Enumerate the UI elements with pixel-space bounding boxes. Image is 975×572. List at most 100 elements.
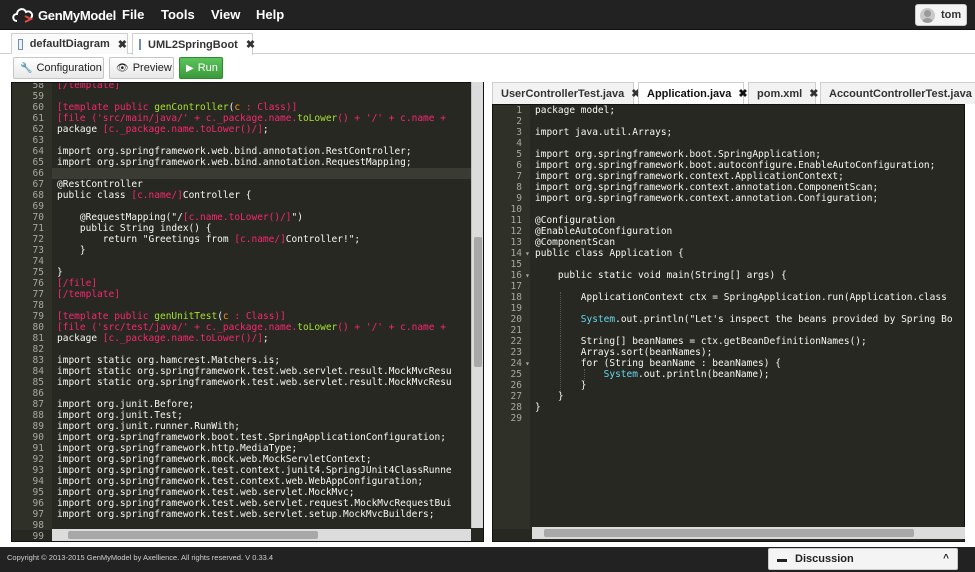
code-line[interactable]: 91 import org.springframework.http.MediaT… bbox=[12, 443, 472, 454]
code-line[interactable]: 19 bbox=[493, 303, 953, 314]
code-line[interactable]: 88 import org.junit.Test; bbox=[12, 410, 472, 421]
code-line[interactable]: 69 bbox=[12, 201, 472, 212]
code-line[interactable]: 11 @Configuration bbox=[493, 215, 953, 226]
code-line[interactable]: 61 [file ('src/main/java/' + c._package.n… bbox=[12, 113, 472, 124]
code-line[interactable]: 24 ▾ for (String beanName : beanNames) { bbox=[493, 358, 953, 369]
code-line[interactable]: 75} bbox=[12, 267, 472, 278]
code-line[interactable]: 66 bbox=[12, 168, 472, 179]
code-line[interactable]: 12 @EnableAutoConfiguration bbox=[493, 226, 953, 237]
generated-code-viewer[interactable]: 1 package model; 2 3 import java.util.Arrays… bbox=[492, 104, 965, 542]
code-line[interactable]: 6 import org.springframework.boot.autocon… bbox=[493, 160, 953, 171]
code-line[interactable]: 28} bbox=[493, 402, 953, 413]
menu-tools[interactable]: Tools bbox=[161, 0, 195, 30]
code-line[interactable]: 93 import org.springframework.test.contex… bbox=[12, 465, 472, 476]
code-line[interactable]: 78 bbox=[12, 300, 472, 311]
close-icon[interactable]: ✖ bbox=[738, 87, 747, 100]
user-menu-button[interactable]: tom bbox=[915, 4, 967, 26]
code-line[interactable]: 23 Arrays.sort(beanNames); bbox=[493, 347, 953, 358]
code-line[interactable]: 63 bbox=[12, 135, 472, 146]
code-line[interactable]: 87 import org.junit.Before; bbox=[12, 399, 472, 410]
code-line[interactable]: 92 import org.springframework.mock.web.Mo… bbox=[12, 454, 472, 465]
template-editor[interactable]: 58 [/template] 59 60 [template public genCon… bbox=[11, 82, 484, 542]
code-line[interactable]: 81 package [c._package.name.toLower()/]; bbox=[12, 333, 472, 344]
close-icon[interactable]: ✖ bbox=[118, 38, 127, 51]
code-line[interactable]: 27 } bbox=[493, 391, 953, 402]
code-line[interactable]: 16 ▾ public static void main(String[] arg… bbox=[493, 270, 953, 281]
code-line[interactable]: 86 bbox=[12, 388, 472, 399]
code-line[interactable]: 84 import static org.springframework.test… bbox=[12, 366, 472, 377]
code-line[interactable]: 4 bbox=[493, 138, 953, 149]
code-line[interactable]: 13 @ComponentScan bbox=[493, 237, 953, 248]
horizontal-scrollbar[interactable] bbox=[532, 527, 965, 539]
vertical-scrollbar[interactable] bbox=[471, 82, 483, 528]
close-icon[interactable]: ✖ bbox=[809, 87, 818, 100]
code-line[interactable]: 8 import org.springframework.context.anno… bbox=[493, 182, 953, 193]
code-line[interactable]: 74 bbox=[12, 256, 472, 267]
template-code[interactable]: 58 [/template] 59 60 [template public genCon… bbox=[12, 83, 472, 541]
discussion-button[interactable]: ▬ Discussion ^ bbox=[768, 548, 958, 570]
scrollbar-thumb[interactable] bbox=[68, 531, 318, 539]
code-line[interactable]: 60 [template public genController(c : Cla… bbox=[12, 102, 472, 113]
code-line[interactable]: 82 bbox=[12, 344, 472, 355]
scrollbar-thumb[interactable] bbox=[544, 529, 914, 537]
code-line[interactable]: 18 ApplicationContext ctx = SpringApplic… bbox=[493, 292, 953, 303]
code-line[interactable]: 26 } bbox=[493, 380, 953, 391]
code-line[interactable]: 97 import org.springframework.test.web.se… bbox=[12, 509, 472, 520]
tab-account-controller-test[interactable]: AccountControllerTest.java ✖ bbox=[820, 82, 975, 104]
code-line[interactable]: 70 @RequestMapping("/[c.name.toLower()/]… bbox=[12, 212, 472, 223]
scrollbar-thumb[interactable] bbox=[474, 237, 482, 367]
code-line[interactable]: 3 import java.util.Arrays; bbox=[493, 127, 953, 138]
horizontal-scrollbar[interactable] bbox=[52, 529, 471, 541]
code-line[interactable]: 29 bbox=[493, 413, 953, 424]
code-line[interactable]: 76 [/file] bbox=[12, 278, 472, 289]
code-line[interactable]: 73 } bbox=[12, 245, 472, 256]
code-line[interactable]: 68 public class [c.name/]Controller { bbox=[12, 190, 472, 201]
menu-help[interactable]: Help bbox=[256, 0, 284, 30]
code-line[interactable]: 15 bbox=[493, 259, 953, 270]
code-line[interactable]: 65 import org.springframework.web.bind.an… bbox=[12, 157, 472, 168]
code-line[interactable]: 59 bbox=[12, 91, 472, 102]
menu-view[interactable]: View bbox=[211, 0, 240, 30]
code-line[interactable]: 96 import org.springframework.test.web.se… bbox=[12, 498, 472, 509]
configuration-button[interactable]: 🔧 Configuration bbox=[13, 57, 104, 79]
code-line[interactable]: 17 bbox=[493, 281, 953, 292]
run-button[interactable]: ▶ Run bbox=[179, 57, 223, 79]
close-icon[interactable]: ✖ bbox=[246, 38, 255, 51]
line-number: 98 bbox=[32, 520, 44, 531]
tab-application-java[interactable]: Application.java ✖ bbox=[638, 82, 748, 104]
code-line[interactable]: 94 import org.springframework.test.contex… bbox=[12, 476, 472, 487]
code-line[interactable]: 89 import org.junit.runner.RunWith; bbox=[12, 421, 472, 432]
code-line[interactable]: 72 return "Greetings from [c.name/]Contr… bbox=[12, 234, 472, 245]
code-line[interactable]: 64 import org.springframework.web.bind.an… bbox=[12, 146, 472, 157]
code-line[interactable]: 21 bbox=[493, 325, 953, 336]
code-line[interactable]: 71 public String index() { bbox=[12, 223, 472, 234]
code-line[interactable]: 80 [file ('src/test/java/' + c._package.n… bbox=[12, 322, 472, 333]
code-line[interactable]: 95 import org.springframework.test.web.se… bbox=[12, 487, 472, 498]
app-logo[interactable]: GenMyModel bbox=[11, 5, 116, 25]
code-line[interactable]: 79 [template public genUnitTest(c : Class… bbox=[12, 311, 472, 322]
tab-user-controller-test[interactable]: UserControllerTest.java ✖ bbox=[492, 82, 641, 104]
code-line[interactable]: 25 System.out.println(beanName); bbox=[493, 369, 953, 380]
tab-default-diagram[interactable]: defaultDiagram ✖ bbox=[11, 33, 128, 54]
java-code[interactable]: 1 package model; 2 3 import java.util.Arrays… bbox=[493, 105, 953, 424]
menu-file[interactable]: File bbox=[122, 0, 144, 30]
code-line[interactable]: 7 import org.springframework.context.Appl… bbox=[493, 171, 953, 182]
code-line[interactable]: 9 import org.springframework.context.anno… bbox=[493, 193, 953, 204]
code-line[interactable]: 10 bbox=[493, 204, 953, 215]
code-line[interactable]: 58 [/template] bbox=[12, 83, 472, 91]
code-line[interactable]: 62 package [c._package.name.toLower()/]; bbox=[12, 124, 472, 135]
code-line[interactable]: 83 import static org.hamcrest.Matchers.is… bbox=[12, 355, 472, 366]
code-line[interactable]: 5 import org.springframework.boot.SpringA… bbox=[493, 149, 953, 160]
code-line[interactable]: 90 import org.springframework.boot.test.S… bbox=[12, 432, 472, 443]
code-line[interactable]: 20 System.out.println("Let's inspect the… bbox=[493, 314, 953, 325]
code-line[interactable]: 85 import static org.springframework.test… bbox=[12, 377, 472, 388]
code-line[interactable]: 2 bbox=[493, 116, 953, 127]
code-line[interactable]: 14 ▾ public class Application { bbox=[493, 248, 953, 259]
preview-button[interactable]: 👁 Preview bbox=[109, 57, 174, 79]
code-line[interactable]: 1 package model; bbox=[493, 105, 953, 116]
tab-uml2springboot[interactable]: UML2SpringBoot ✖ bbox=[132, 33, 255, 55]
code-line[interactable]: 67 @RestController bbox=[12, 179, 472, 190]
code-line[interactable]: 77 [/template] bbox=[12, 289, 472, 300]
tab-pom-xml[interactable]: pom.xml ✖ bbox=[748, 82, 818, 104]
code-line[interactable]: 22 String[] beanNames = ctx.getBeanDefin… bbox=[493, 336, 953, 347]
